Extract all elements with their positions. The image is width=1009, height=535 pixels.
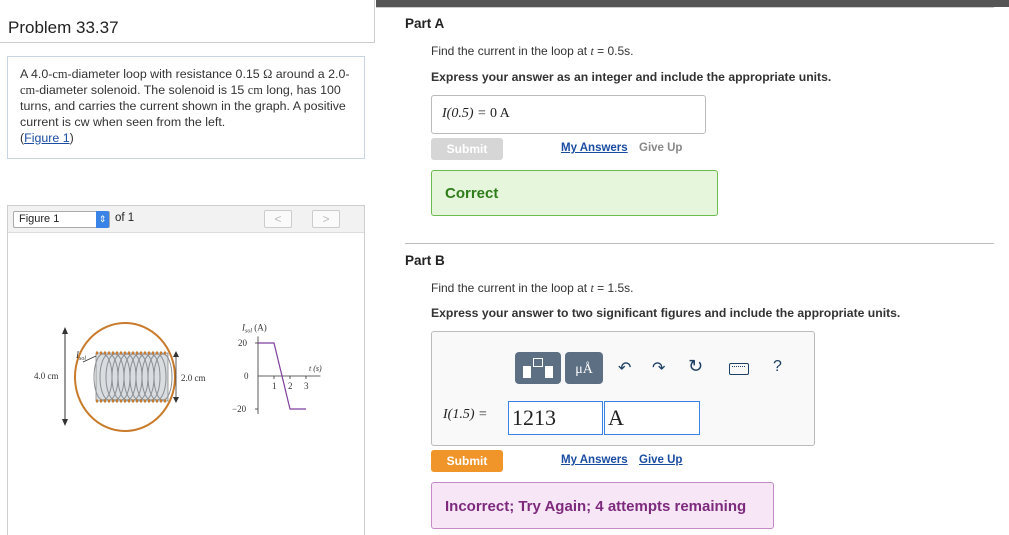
- x-tick-label: 2: [288, 381, 293, 391]
- part-b-give-up-link[interactable]: Give Up: [639, 454, 682, 466]
- part-b-instruction: Express your answer to two significant f…: [431, 306, 901, 320]
- chevron-right-icon: >: [322, 212, 330, 226]
- part-a-question: Find the current in the loop at t = 0.5s…: [431, 44, 634, 58]
- help-icon[interactable]: ?: [773, 358, 782, 376]
- y-tick-label: −20: [232, 404, 247, 414]
- loop-diameter-label: 4.0 cm: [34, 371, 59, 381]
- figure-toolbar: Figure 1 ⇕ of 1 < >: [8, 206, 364, 233]
- part-b-value-input[interactable]: 1213: [508, 401, 603, 435]
- next-figure-button[interactable]: >: [312, 210, 340, 228]
- arrow-up-icon: [173, 351, 179, 357]
- arrow-down-icon: [173, 397, 179, 403]
- part-b-title: Part B: [405, 253, 445, 268]
- x-axis-label: t (s): [309, 364, 322, 373]
- template-block-icon: [545, 366, 553, 378]
- arrow-down-icon: [62, 419, 68, 426]
- top-bar-line: [376, 7, 994, 8]
- select-arrows-icon: ⇕: [96, 211, 109, 228]
- top-bar: [376, 0, 1009, 7]
- figure-panel: Figure 1 ⇕ of 1 < > 4.0 cm Isol 2.0 cm 2…: [7, 205, 365, 535]
- part-b-question: Find the current in the loop at t = 1.5s…: [431, 281, 634, 295]
- part-a-instruction: Express your answer as an integer and in…: [431, 70, 832, 84]
- figure-link[interactable]: Figure 1: [24, 131, 69, 145]
- part-b-answer-label: I(1.5) =: [443, 407, 488, 422]
- part-b-my-answers-link[interactable]: My Answers: [561, 454, 628, 466]
- problem-panel: Problem 33.37 A 4.0-cm-diameter loop wit…: [0, 0, 375, 535]
- arrow-up-icon: [62, 327, 68, 334]
- part-a-title: Part A: [405, 16, 445, 31]
- problem-statement: A 4.0-cm-diameter loop with resistance 0…: [7, 56, 365, 159]
- part-a-answer-label: I(0.5) =: [442, 106, 490, 121]
- x-tick-label: 1: [272, 381, 277, 391]
- reset-icon[interactable]: ↻: [688, 356, 703, 377]
- y-tick-label: 20: [238, 338, 248, 348]
- y-tick-label: 0: [244, 371, 249, 381]
- units-button[interactable]: μÅ: [565, 352, 603, 384]
- part-a-give-up-link[interactable]: Give Up: [639, 142, 682, 154]
- current-graph: 20 0 −20 1 2 3t (s) Isol (A): [232, 322, 322, 414]
- part-b-feedback-incorrect: Incorrect; Try Again; 4 attempts remaini…: [431, 482, 774, 529]
- part-a-submit-button[interactable]: Submit: [431, 138, 503, 160]
- part-b-units-input[interactable]: A: [604, 401, 700, 435]
- figure-select[interactable]: Figure 1 ⇕: [13, 211, 110, 228]
- part-a-my-answers-link[interactable]: My Answers: [561, 142, 628, 154]
- sol-diameter-label: 2.0 cm: [181, 373, 206, 383]
- x-tick-label: 3: [304, 381, 309, 391]
- parts-divider: [405, 243, 994, 244]
- keyboard-icon[interactable]: [729, 363, 749, 375]
- part-b-answer-box: μÅ ↶ ↷ ↻ ? I(1.5) = 1213 A: [431, 331, 815, 446]
- part-a-answer-box: I(0.5) = 0 A: [431, 95, 706, 134]
- y-axis-label: Isol (A): [241, 322, 267, 334]
- part-b-submit-button[interactable]: Submit: [431, 450, 503, 472]
- template-box-icon: [533, 358, 543, 367]
- redo-icon[interactable]: ↷: [652, 358, 665, 378]
- figure-image: 4.0 cm Isol 2.0 cm 200−201 2 3t (s)Isol (A…: [34, 322, 322, 432]
- chevron-left-icon: <: [274, 212, 282, 226]
- problem-header: Problem 33.37: [0, 0, 375, 43]
- undo-icon[interactable]: ↶: [618, 358, 631, 378]
- prev-figure-button[interactable]: <: [264, 210, 292, 228]
- figure-count: of 1: [115, 212, 135, 224]
- templates-button[interactable]: [515, 352, 561, 384]
- problem-title: Problem 33.37: [8, 18, 119, 37]
- part-a-answer-value: 0 A: [489, 106, 510, 121]
- part-a-feedback-correct: Correct: [431, 170, 718, 216]
- template-block-icon: [523, 366, 531, 378]
- answer-panel: Part A Find the current in the loop at t…: [376, 0, 1009, 535]
